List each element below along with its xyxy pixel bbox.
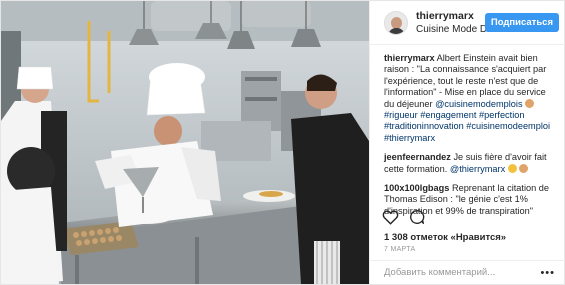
comment-item: jeenfeernandez Je suis fière d'avoir fai…: [384, 152, 558, 175]
post-date: 7 МАРТА: [384, 246, 416, 253]
caption: thierrymarx Albert Einstein avait bien r…: [384, 53, 558, 144]
raised-hands-emoji-icon: [519, 163, 529, 173]
add-comment-bar: •••: [370, 260, 565, 284]
post-header: thierrymarx Cuisine Mode D'... Подписать…: [370, 1, 565, 45]
caption-mention[interactable]: @cuisinemodemplois: [435, 99, 522, 109]
smile-emoji-icon: [507, 163, 517, 173]
follow-button[interactable]: Подписаться: [484, 13, 559, 32]
raised-hands-emoji-icon: [525, 98, 535, 108]
comment-username[interactable]: 100x100lgbags: [384, 183, 449, 193]
kitchen-photo-illustration: [1, 1, 369, 284]
avatar-body: [388, 27, 405, 34]
likes-count[interactable]: 1 308 отметок «Нравится»: [384, 232, 506, 243]
comment-mention[interactable]: @thierrymarx: [450, 164, 505, 174]
heart-icon[interactable]: [382, 209, 399, 225]
post-actions: [382, 207, 425, 227]
caption-username[interactable]: thierrymarx: [384, 53, 435, 63]
comment-username[interactable]: jeenfeernandez: [384, 152, 451, 162]
comment-bubble-icon[interactable]: [409, 209, 425, 225]
post-photo[interactable]: [1, 1, 369, 284]
add-comment-input[interactable]: [384, 267, 524, 278]
avatar[interactable]: [384, 10, 408, 35]
comments-list: thierrymarx Albert Einstein avait bien r…: [384, 53, 558, 225]
more-options-icon[interactable]: •••: [540, 267, 555, 279]
avatar-face: [391, 16, 402, 29]
instagram-post: thierrymarx Cuisine Mode D'... Подписать…: [0, 0, 565, 285]
post-side-panel: thierrymarx Cuisine Mode D'... Подписать…: [369, 1, 565, 284]
